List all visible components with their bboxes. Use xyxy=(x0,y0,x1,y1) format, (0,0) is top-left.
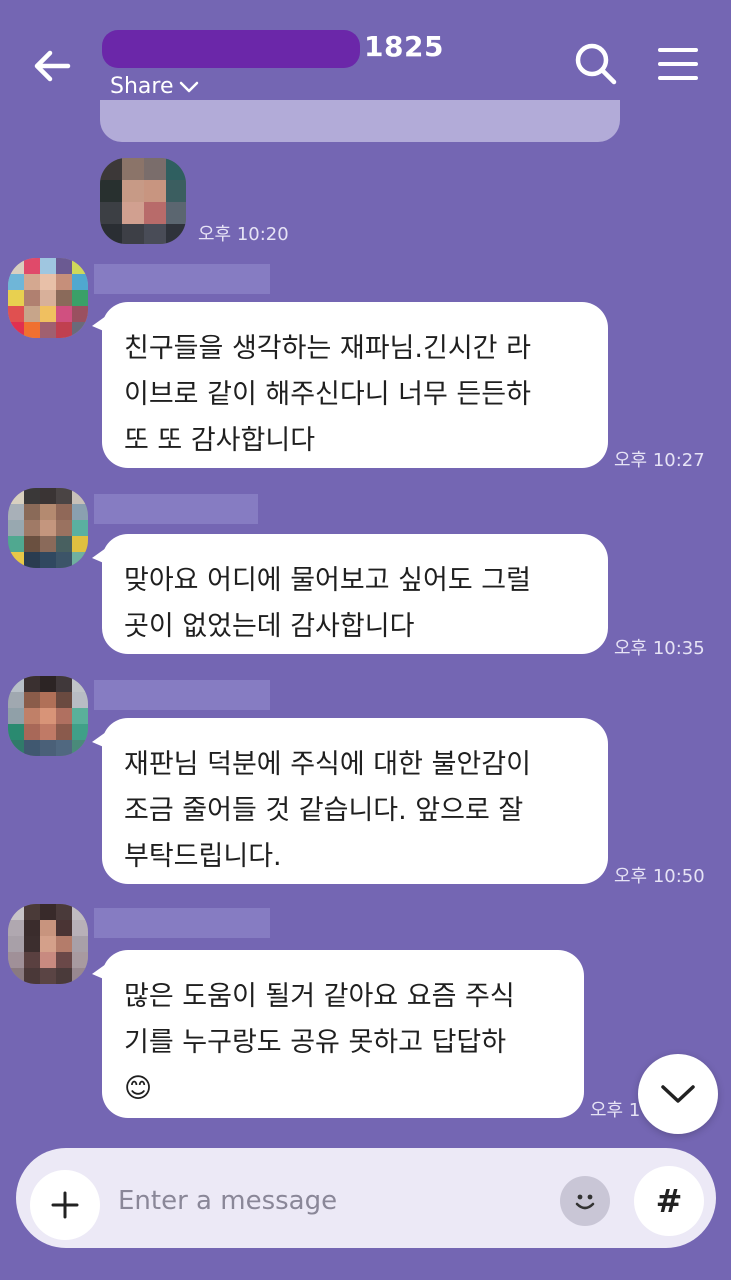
member-count: 1825 xyxy=(364,30,444,63)
emoji-button[interactable] xyxy=(560,1176,610,1226)
message-time: 오후 10:50 xyxy=(614,866,705,887)
message-time: 오후 10:20 xyxy=(198,224,289,245)
search-button[interactable] xyxy=(572,40,620,88)
avatar[interactable] xyxy=(8,258,88,338)
avatar[interactable] xyxy=(8,904,88,984)
blurred-photo xyxy=(100,158,186,244)
message-time: 오후 10:27 xyxy=(614,450,705,471)
back-arrow-icon xyxy=(34,50,71,82)
avatar[interactable] xyxy=(8,488,88,568)
message-time: 오후 10:35 xyxy=(614,638,705,659)
message-input[interactable] xyxy=(116,1176,540,1226)
message-bubble[interactable]: 친구들을 생각하는 재파님.긴시간 라 이브로 같이 해주신다니 너무 든든하 … xyxy=(92,302,608,468)
sender-name-redacted xyxy=(94,494,258,524)
hashtag-button[interactable]: # xyxy=(634,1166,704,1236)
scroll-to-bottom-button[interactable] xyxy=(638,1054,718,1134)
previous-message-bubble xyxy=(100,100,620,142)
plus-icon xyxy=(51,1191,79,1219)
avatar-image xyxy=(8,488,88,568)
message-bubble[interactable]: 많은 도움이 될거 같아요 요즘 주식 기를 누구랑도 공유 못하고 답답하 😊 xyxy=(92,950,584,1118)
chat-title-redacted xyxy=(102,30,360,68)
chevron-down-icon xyxy=(179,81,198,92)
attach-button[interactable] xyxy=(30,1170,100,1240)
avatar-image xyxy=(8,676,88,756)
back-button[interactable] xyxy=(28,42,76,90)
chevron-down-icon xyxy=(661,1085,695,1103)
sender-name-redacted xyxy=(94,680,270,710)
smiley-icon xyxy=(575,1194,595,1210)
message-bubble[interactable]: 맞아요 어디에 물어보고 싶어도 그럴 곳이 없었는데 감사합니다 xyxy=(92,534,608,654)
photo-message[interactable] xyxy=(100,158,186,244)
share-label: Share xyxy=(110,74,174,99)
avatar-image xyxy=(8,258,88,338)
avatar[interactable] xyxy=(8,676,88,756)
share-dropdown[interactable]: Share xyxy=(110,74,200,99)
chat-screen: 1825 Share 오후 10:20 친구들을 생각하는 재파님.긴시간 라 … xyxy=(0,0,731,1280)
sender-name-redacted xyxy=(94,264,270,294)
menu-icon xyxy=(658,48,698,80)
message-bubble[interactable]: 재판님 덕분에 주식에 대한 불안감이 조금 줄어들 것 같습니다. 앞으로 잘… xyxy=(92,718,608,884)
menu-button[interactable] xyxy=(654,40,702,88)
message-time: 오후 1 xyxy=(590,1100,641,1121)
avatar-image xyxy=(8,904,88,984)
search-icon xyxy=(575,43,617,85)
sender-name-redacted xyxy=(94,908,270,938)
